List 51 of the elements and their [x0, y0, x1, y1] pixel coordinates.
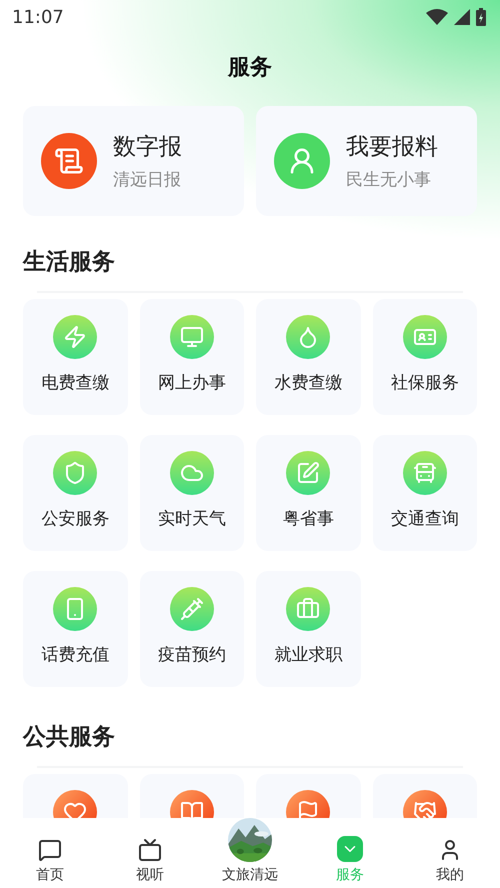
- service-tile[interactable]: 疫苗预约: [140, 571, 244, 687]
- card-title: 数字报: [113, 133, 182, 162]
- service-tile[interactable]: 电费查缴: [23, 299, 128, 415]
- service-tile[interactable]: 话费充值: [23, 571, 128, 687]
- service-label: 话费充值: [41, 644, 110, 666]
- tv-icon: [138, 838, 162, 862]
- service-label: 疫苗预约: [158, 644, 226, 666]
- featured-card[interactable]: 数字报 清远日报: [23, 106, 244, 216]
- nav-tab[interactable]: 首页: [0, 818, 100, 888]
- service-tile[interactable]: 交通查询: [372, 435, 477, 551]
- battery-icon: [476, 8, 486, 26]
- shield-icon: [53, 451, 98, 495]
- section-title: 生活服务: [23, 248, 116, 277]
- service-tile[interactable]: 网上办事: [140, 299, 244, 415]
- service-label: 水费查缴: [274, 372, 342, 394]
- service-tile[interactable]: 粤省事: [256, 435, 360, 551]
- droplet-icon: [286, 315, 330, 359]
- service-label: 网上办事: [158, 372, 226, 394]
- lightning-icon: [53, 315, 98, 359]
- id-card-icon: [402, 315, 447, 359]
- card-subtitle: 民生无小事: [346, 169, 432, 191]
- service-label: 交通查询: [390, 508, 459, 530]
- service-tile[interactable]: 公安服务: [23, 435, 128, 551]
- cloud-icon: [170, 451, 214, 495]
- service-label: 社保服务: [390, 372, 459, 394]
- nav-tab[interactable]: 视听: [100, 818, 200, 888]
- service-label: 电费查缴: [41, 372, 110, 394]
- syringe-icon: [170, 587, 214, 631]
- nav-tab[interactable]: 文旅清远: [200, 818, 300, 888]
- service-tile[interactable]: 就业求职: [256, 571, 360, 687]
- card-subtitle: 清远日报: [113, 169, 182, 191]
- service-tile[interactable]: 水费查缴: [256, 299, 360, 415]
- edit-icon: [286, 451, 330, 495]
- briefcase-icon: [286, 587, 330, 631]
- service-label: 粤省事: [282, 508, 334, 530]
- status-time: 11:07: [12, 6, 64, 28]
- phone-icon: [53, 587, 98, 631]
- featured-card[interactable]: 我要报料 民生无小事: [256, 106, 477, 216]
- service-label: 公安服务: [41, 508, 110, 530]
- service-tile[interactable]: 实时天气: [140, 435, 244, 551]
- service-label: 就业求职: [274, 644, 342, 666]
- bus-icon: [402, 451, 447, 495]
- monitor-icon: [170, 315, 214, 359]
- section-title: 公共服务: [23, 723, 116, 752]
- page-title: 服务: [226, 54, 273, 82]
- signal-icon: [454, 9, 470, 25]
- nav-tab[interactable]: 我的: [400, 818, 500, 888]
- service-tile[interactable]: 社保服务: [372, 299, 477, 415]
- card-title: 我要报料: [346, 133, 438, 162]
- wifi-icon: [426, 9, 448, 25]
- service-label: 实时天气: [158, 508, 226, 530]
